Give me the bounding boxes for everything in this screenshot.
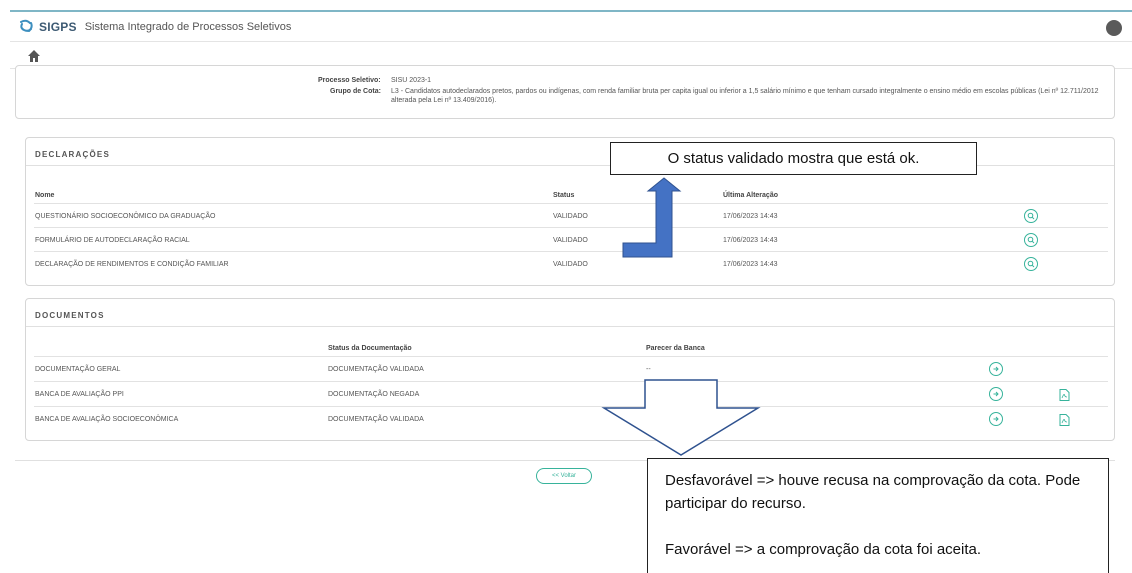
process-info-panel: Processo Seletivo: SISU 2023-1 Grupo de … [15,65,1115,119]
process-label: Processo Seletivo: [318,77,381,84]
decl-status: VALIDADO [553,261,588,268]
divider [34,203,1108,204]
decl-status: VALIDADO [553,237,588,244]
user-avatar-icon[interactable] [1106,20,1122,36]
view-button[interactable] [1024,257,1038,271]
pdf-icon[interactable] [1059,389,1070,401]
doc-opinion: -- [646,366,651,373]
callout-line: Favorável => a comprovação da cota foi a… [665,541,982,558]
open-button[interactable] [989,387,1003,401]
brand-subtitle: Sistema Integrado de Processos Seletivos [84,21,292,33]
divider [34,381,1108,382]
doc-opinion: DESFAVORÁVEL [646,391,702,398]
decl-updated: 17/06/2023 14:43 [723,261,778,268]
top-bar: SIGPS Sistema Integrado de Processos Sel… [10,12,1132,42]
decl-status: VALIDADO [553,213,588,220]
view-icon [1027,236,1035,244]
divider [34,356,1108,357]
sigps-logo-icon [20,19,33,32]
col-board-opinion: Parecer da Banca [646,345,705,352]
declarations-title: DECLARAÇÕES [35,150,110,159]
doc-status: DOCUMENTAÇÃO NEGADA [328,391,420,398]
brand[interactable]: SIGPS Sistema Integrado de Processos Sel… [18,19,291,35]
quota-label: Grupo de Cota: [330,88,381,95]
home-icon[interactable] [27,49,41,63]
col-last-change: Última Alteração [723,192,778,199]
doc-status: DOCUMENTAÇÃO VALIDADA [328,416,424,423]
back-button[interactable]: << Voltar [536,468,592,484]
process-value: SISU 2023-1 [391,77,432,84]
view-button[interactable] [1024,233,1038,247]
divider [34,227,1108,228]
divider [34,251,1108,252]
documents-title: DOCUMENTOS [35,311,105,320]
doc-status: DOCUMENTAÇÃO VALIDADA [328,366,424,373]
doc-opinion: FAVORÁVEL [646,416,688,423]
col-doc-status: Status da Documentação [328,345,412,352]
view-icon [1027,260,1035,268]
decl-updated: 17/06/2023 14:43 [723,237,778,244]
decl-name: QUESTIONÁRIO SOCIOECONÔMICO DA GRADUAÇÃO [35,213,216,220]
arrow-right-icon [993,416,999,422]
arrow-right-icon [993,391,999,397]
decl-updated: 17/06/2023 14:43 [723,213,778,220]
doc-name: BANCA DE AVALIAÇÃO PPI [35,391,124,398]
brand-name: SIGPS [39,20,77,34]
col-status: Status [553,192,575,199]
open-button[interactable] [989,362,1003,376]
decl-name: FORMULÁRIO DE AUTODECLARAÇÃO RACIAL [35,237,190,244]
view-button[interactable] [1024,209,1038,223]
divider [34,406,1108,407]
pdf-icon[interactable] [1059,414,1070,426]
col-name: Nome [35,192,55,199]
callout-line: Desfavorável => houve recusa na comprova… [665,472,1081,512]
view-icon [1027,212,1035,220]
divider [26,326,1114,327]
decl-name: DECLARAÇÃO DE RENDIMENTOS E CONDIÇÃO FAM… [35,261,229,268]
open-button[interactable] [989,412,1003,426]
doc-name: DOCUMENTAÇÃO GERAL [35,366,121,373]
callout-opinion-note: Desfavorável => houve recusa na comprova… [647,458,1109,573]
quota-value: L3 - Candidatos autodeclarados pretos, p… [391,88,1099,104]
doc-name: BANCA DE AVALIAÇÃO SOCIOECONÔMICA [35,416,179,423]
callout-status-note: O status validado mostra que está ok. [610,142,977,175]
arrow-right-icon [993,366,999,372]
documents-panel: DOCUMENTOS Status da Documentação Parece… [25,298,1115,441]
